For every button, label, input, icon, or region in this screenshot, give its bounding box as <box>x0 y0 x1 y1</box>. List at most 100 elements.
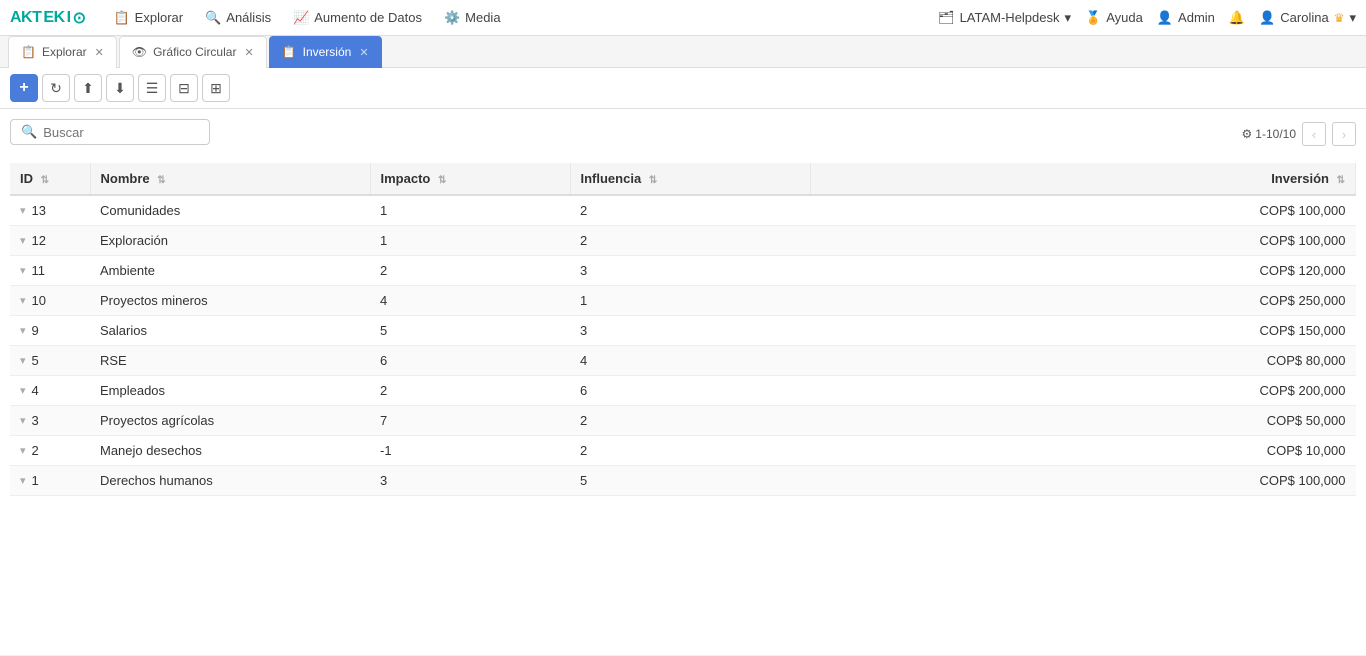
cell-influencia-5: 4 <box>570 346 810 376</box>
ayuda-item[interactable]: 🏅 Ayuda <box>1085 10 1143 26</box>
content-area: 🔍 ⚙ 1-10/10 ‹ › ID ⇅ Nombre ⇅ <box>0 109 1366 655</box>
search-bar[interactable]: 🔍 <box>10 119 210 145</box>
cell-chevron-5[interactable]: ▾ 5 <box>10 346 90 375</box>
col-header-nombre[interactable]: Nombre ⇅ <box>90 163 370 195</box>
helpdesk-label: LATAM-Helpdesk <box>960 10 1060 25</box>
tab-explorar[interactable]: 📋 Explorar ✕ <box>8 36 117 68</box>
tab-inversion-close[interactable]: ✕ <box>359 46 368 59</box>
table-row: ▾ 3 Proyectos agrícolas 7 2 COP$ 50,000 <box>10 406 1356 436</box>
nav-analisis-label: Análisis <box>226 10 271 25</box>
row-expand-icon[interactable]: ▾ <box>20 444 26 457</box>
cell-inversion-7: COP$ 50,000 <box>810 406 1356 436</box>
row-expand-icon[interactable]: ▾ <box>20 324 26 337</box>
cell-chevron-1[interactable]: ▾ 12 <box>10 226 90 255</box>
row-expand-icon[interactable]: ▾ <box>20 384 26 397</box>
nav-media-icon: ⚙️ <box>444 10 460 26</box>
cell-influencia-2: 3 <box>570 256 810 286</box>
cell-chevron-3[interactable]: ▾ 10 <box>10 286 90 315</box>
cell-id-1: 12 <box>32 233 46 248</box>
logo-text2: I <box>67 9 71 27</box>
tab-inversion[interactable]: 📋 Inversión ✕ <box>269 36 382 68</box>
col-header-impacto[interactable]: Impacto ⇅ <box>370 163 570 195</box>
cell-inversion-1: COP$ 100,000 <box>810 226 1356 256</box>
tab-explorar-label: Explorar <box>42 45 87 59</box>
nav-aumento-icon: 📈 <box>293 10 309 26</box>
nav-explorar-label: Explorar <box>135 10 183 25</box>
tab-grafico-close[interactable]: ✕ <box>244 46 253 59</box>
upload-button[interactable]: ⬆ <box>74 74 102 102</box>
app-logo: AKTEKI⊙ <box>10 8 85 28</box>
tab-explorar-close[interactable]: ✕ <box>95 46 104 59</box>
nav-explorar[interactable]: 📋 Explorar <box>111 6 185 30</box>
cell-influencia-8: 2 <box>570 436 810 466</box>
tab-grafico-icon: 👁 <box>132 45 147 59</box>
col-header-inversion[interactable]: Inversión ⇅ <box>810 163 1356 195</box>
search-icon: 🔍 <box>21 124 37 140</box>
cell-chevron-7[interactable]: ▾ 3 <box>10 406 90 435</box>
cell-nombre-8: Manejo desechos <box>90 436 370 466</box>
tab-grafico[interactable]: 👁 Gráfico Circular ✕ <box>119 36 267 68</box>
cell-impacto-9: 3 <box>370 466 570 496</box>
refresh-button[interactable]: ↻ <box>42 74 70 102</box>
helpdesk-item[interactable]: 🗂 LATAM-Helpdesk ▾ <box>938 10 1071 26</box>
table-row: ▾ 1 Derechos humanos 3 5 COP$ 100,000 <box>10 466 1356 496</box>
grid-button[interactable]: ⊞ <box>202 74 230 102</box>
cell-influencia-7: 2 <box>570 406 810 436</box>
row-expand-icon[interactable]: ▾ <box>20 354 26 367</box>
table-row: ▾ 12 Exploración 1 2 COP$ 100,000 <box>10 226 1356 256</box>
top-nav: AKTEKI⊙ 📋 Explorar 🔍 Análisis 📈 Aumento … <box>0 0 1366 36</box>
sort-impacto-icon: ⇅ <box>438 175 446 186</box>
nav-right: 🗂 LATAM-Helpdesk ▾ 🏅 Ayuda 👤 Admin 🔔 👤 C… <box>938 10 1356 26</box>
admin-icon: 👤 <box>1157 10 1173 26</box>
user-item[interactable]: 👤 Carolina ♛ ▾ <box>1259 10 1356 26</box>
tab-inversion-label: Inversión <box>303 45 352 59</box>
cell-id-0: 13 <box>32 203 46 218</box>
cell-chevron-6[interactable]: ▾ 4 <box>10 376 90 405</box>
download-button[interactable]: ⬇ <box>106 74 134 102</box>
row-expand-icon[interactable]: ▾ <box>20 234 26 247</box>
table-body: ▾ 13 Comunidades 1 2 COP$ 100,000 ▾ 12 E… <box>10 195 1356 496</box>
ayuda-icon: 🏅 <box>1085 10 1101 26</box>
sort-nombre-icon: ⇅ <box>157 175 165 186</box>
pagination-gear-icon: ⚙ <box>1242 127 1253 141</box>
cell-inversion-8: COP$ 10,000 <box>810 436 1356 466</box>
admin-item[interactable]: 👤 Admin <box>1157 10 1215 26</box>
row-expand-icon[interactable]: ▾ <box>20 294 26 307</box>
refresh-icon: ↻ <box>50 80 62 97</box>
list-icon: ☰ <box>146 80 159 97</box>
cell-impacto-2: 2 <box>370 256 570 286</box>
prev-page-button[interactable]: ‹ <box>1302 122 1326 146</box>
cell-influencia-3: 1 <box>570 286 810 316</box>
helpdesk-chevron-icon: ▾ <box>1065 10 1072 26</box>
nav-media[interactable]: ⚙️ Media <box>442 6 503 30</box>
cell-id-8: 2 <box>32 443 39 458</box>
col-header-influencia[interactable]: Influencia ⇅ <box>570 163 810 195</box>
cell-chevron-0[interactable]: ▾ 13 <box>10 196 90 225</box>
list-button[interactable]: ☰ <box>138 74 166 102</box>
user-chevron-icon: ▾ <box>1349 10 1356 26</box>
next-page-button[interactable]: › <box>1332 122 1356 146</box>
cell-inversion-2: COP$ 120,000 <box>810 256 1356 286</box>
cell-impacto-5: 6 <box>370 346 570 376</box>
pagination-area: ⚙ 1-10/10 ‹ › <box>1242 122 1356 146</box>
table-row: ▾ 5 RSE 6 4 COP$ 80,000 <box>10 346 1356 376</box>
cell-chevron-2[interactable]: ▾ 11 <box>10 256 90 285</box>
filter-button[interactable]: ⊟ <box>170 74 198 102</box>
notification-item[interactable]: 🔔 <box>1229 10 1245 26</box>
table-row: ▾ 9 Salarios 5 3 COP$ 150,000 <box>10 316 1356 346</box>
cell-chevron-8[interactable]: ▾ 2 <box>10 436 90 465</box>
row-expand-icon[interactable]: ▾ <box>20 204 26 217</box>
cell-chevron-9[interactable]: ▾ 1 <box>10 466 90 495</box>
logo-icon: ⊙ <box>73 8 86 28</box>
row-expand-icon[interactable]: ▾ <box>20 474 26 487</box>
col-header-id[interactable]: ID ⇅ <box>10 163 90 195</box>
row-expand-icon[interactable]: ▾ <box>20 414 26 427</box>
cell-inversion-6: COP$ 200,000 <box>810 376 1356 406</box>
table-row: ▾ 13 Comunidades 1 2 COP$ 100,000 <box>10 195 1356 226</box>
search-input[interactable] <box>43 125 199 140</box>
row-expand-icon[interactable]: ▾ <box>20 264 26 277</box>
nav-analisis[interactable]: 🔍 Análisis <box>203 6 273 30</box>
add-button[interactable]: + <box>10 74 38 102</box>
cell-chevron-4[interactable]: ▾ 9 <box>10 316 90 345</box>
nav-aumento-datos[interactable]: 📈 Aumento de Datos <box>291 6 424 30</box>
